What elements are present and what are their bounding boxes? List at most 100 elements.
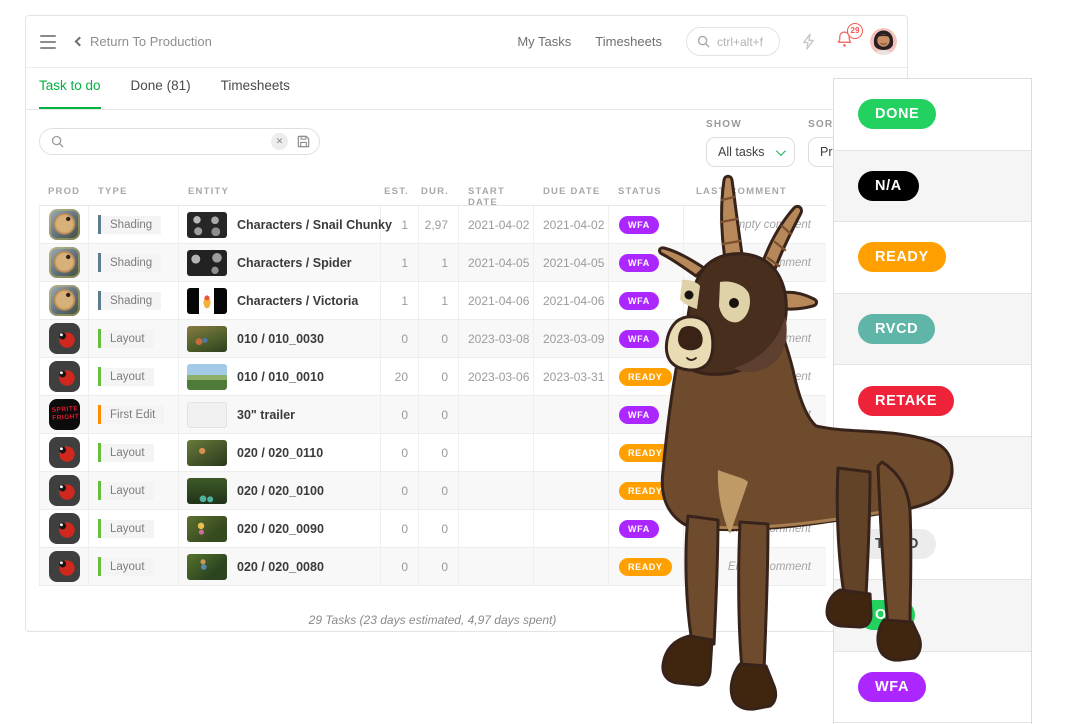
start-date: 2023-03-08	[459, 320, 534, 357]
due-date	[534, 396, 609, 433]
start-date	[459, 510, 534, 547]
status-badge[interactable]: WFA	[619, 254, 659, 272]
status-option-pill: READY	[858, 242, 946, 272]
duration-value: 0	[419, 358, 459, 395]
flash-icon[interactable]	[800, 33, 817, 50]
due-date: 2023-03-09	[534, 320, 609, 357]
table-row[interactable]: Shading Characters / Spider 1 1 2021-04-…	[39, 244, 826, 282]
status-badge[interactable]: WFA	[619, 520, 659, 538]
col-type: TYPE	[89, 186, 179, 208]
status-option[interactable]: N/A	[834, 151, 1031, 223]
start-date: 2021-04-05	[459, 244, 534, 281]
back-link-label: Return To Production	[90, 34, 212, 49]
status-badge[interactable]: WFA	[619, 330, 659, 348]
estimation-value: 0	[381, 510, 419, 547]
entity-name: 010 / 010_0010	[237, 370, 324, 384]
task-type-label: Layout	[101, 520, 154, 538]
task-type-label: Shading	[101, 216, 161, 234]
tab-done[interactable]: Done (81)	[131, 78, 191, 109]
status-option[interactable]: OK	[834, 580, 1031, 652]
main-card: Return To Production My Tasks Timesheets…	[25, 15, 908, 632]
chevron-down-icon	[776, 146, 786, 156]
table-row[interactable]: Layout 020 / 020_0100 0 0 READY Empty co…	[39, 472, 826, 510]
search-shortcut-hint: ctrl+alt+f	[717, 35, 763, 49]
col-entity: ENTITY	[179, 186, 381, 208]
table-row[interactable]: Layout 010 / 010_0010 20 0 2023-03-06 20…	[39, 358, 826, 396]
status-badge[interactable]: WFA	[619, 292, 659, 310]
table-row[interactable]: Layout 010 / 010_0030 0 0 2023-03-08 202…	[39, 320, 826, 358]
clear-search-icon[interactable]: ✕	[271, 133, 288, 150]
task-type-label: Layout	[101, 558, 154, 576]
production-thumbnail	[49, 513, 80, 544]
tab-timesheets[interactable]: Timesheets	[221, 78, 290, 109]
task-type-label: Layout	[101, 482, 154, 500]
estimation-value: 0	[381, 434, 419, 471]
status-option-pill: N/A	[858, 171, 919, 201]
show-filter-select[interactable]: All tasks	[706, 137, 795, 167]
col-status: STATUS	[609, 186, 684, 208]
production-thumbnail	[49, 247, 80, 278]
menu-icon[interactable]	[40, 35, 56, 49]
status-option-pill: TODO	[858, 529, 936, 559]
global-search-box[interactable]: ctrl+alt+f	[686, 27, 780, 56]
user-avatar[interactable]	[870, 28, 897, 55]
status-option-pill: RETAKE	[858, 386, 954, 416]
nav-timesheets[interactable]: Timesheets	[595, 34, 662, 49]
table-row[interactable]: Layout 020 / 020_0110 0 0 READY Empty co…	[39, 434, 826, 472]
status-option[interactable]: RETAKE	[834, 365, 1031, 437]
task-type-label: Layout	[101, 330, 154, 348]
status-option[interactable]	[834, 437, 1031, 509]
production-thumbnail	[49, 323, 80, 354]
table-row[interactable]: Layout 020 / 020_0090 0 0 WFA Empty comm…	[39, 510, 826, 548]
start-date	[459, 472, 534, 509]
start-date: 2021-04-02	[459, 206, 534, 243]
entity-thumbnail	[187, 554, 227, 580]
status-badge[interactable]: READY	[619, 558, 672, 576]
table-row[interactable]: First Edit 30" trailer 0 0 WFA Empty com…	[39, 396, 826, 434]
save-filter-icon[interactable]	[296, 134, 311, 149]
view-tabs: Task to do Done (81) Timesheets	[26, 78, 907, 110]
status-badge[interactable]: READY	[619, 368, 672, 386]
entity-name: Characters / Snail Chunky	[237, 218, 392, 232]
status-option[interactable]: DONE	[834, 79, 1031, 151]
status-badge[interactable]: READY	[619, 444, 672, 462]
entity-thumbnail	[187, 288, 227, 314]
nav-my-tasks[interactable]: My Tasks	[517, 34, 571, 49]
start-date: 2023-03-06	[459, 358, 534, 395]
status-option[interactable]: READY	[834, 222, 1031, 294]
status-option[interactable]: RVCD	[834, 294, 1031, 366]
duration-value: 0	[419, 434, 459, 471]
tasks-summary: 29 Tasks (23 days estimated, 4,97 days s…	[39, 613, 826, 627]
status-option[interactable]: TODO	[834, 509, 1031, 581]
notifications-bell[interactable]: 29	[835, 30, 854, 54]
last-comment: Empty comment	[684, 396, 826, 433]
last-comment: Empty comment	[684, 472, 826, 509]
notifications-count-badge: 29	[847, 23, 863, 39]
col-est: EST.	[381, 186, 419, 208]
status-option[interactable]: WFA	[834, 652, 1031, 724]
estimation-value: 0	[381, 320, 419, 357]
table-row[interactable]: Layout 020 / 020_0080 0 0 READY Empty co…	[39, 548, 826, 586]
estimation-value: 0	[381, 396, 419, 433]
estimation-value: 1	[381, 206, 419, 243]
col-due-date: DUE DATE	[534, 186, 609, 208]
start-date	[459, 434, 534, 471]
due-date: 2021-04-06	[534, 282, 609, 319]
tab-task-to-do[interactable]: Task to do	[39, 78, 101, 109]
status-badge[interactable]: WFA	[619, 406, 659, 424]
status-option-pill: DONE	[858, 99, 936, 129]
duration-value: 0	[419, 548, 459, 585]
back-to-production-link[interactable]: Return To Production	[76, 34, 212, 49]
table-row[interactable]: Shading Characters / Victoria 1 1 2021-0…	[39, 282, 826, 320]
task-type-label: Shading	[101, 292, 161, 310]
task-search-input[interactable]	[72, 135, 263, 149]
status-badge[interactable]: WFA	[619, 216, 659, 234]
start-date	[459, 548, 534, 585]
table-row[interactable]: Shading Characters / Snail Chunky 1 2,97…	[39, 206, 826, 244]
status-badge[interactable]: READY	[619, 482, 672, 500]
duration-value: 1	[419, 244, 459, 281]
last-comment: Empty comment	[684, 434, 826, 471]
start-date: 2021-04-06	[459, 282, 534, 319]
start-date	[459, 396, 534, 433]
entity-name: 020 / 020_0110	[237, 446, 323, 460]
